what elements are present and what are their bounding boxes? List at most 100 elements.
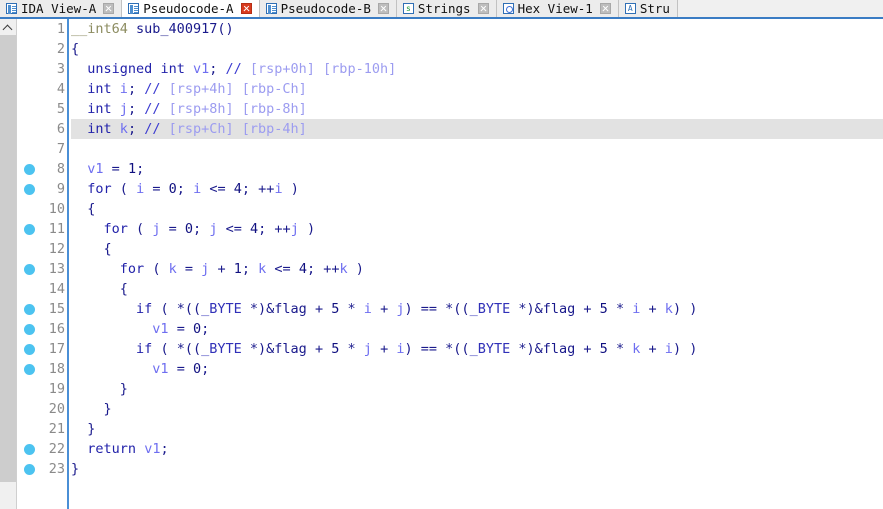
code-line[interactable]: { [71, 279, 883, 299]
variable-token: j [201, 261, 210, 277]
tab-structures[interactable]: A Stru [618, 0, 678, 17]
punctuation-token: ( [136, 221, 145, 237]
code-line[interactable]: return v1; [71, 439, 883, 459]
punctuation-token: == [420, 341, 438, 357]
tab-label: IDA View-A [21, 1, 97, 16]
code-line[interactable]: for ( i = 0; i <= 4; ++i ) [71, 179, 883, 199]
punctuation-token: ; [127, 101, 137, 117]
breakpoint-gutter[interactable] [17, 19, 43, 509]
line-number: 21 [48, 421, 65, 437]
punctuation-token: ) [306, 221, 316, 237]
code-line[interactable]: v1 = 0; [71, 319, 883, 339]
breakpoint-dot[interactable] [24, 184, 35, 195]
punctuation-token: + [648, 341, 657, 357]
punctuation-token: ; [127, 81, 137, 97]
code-line[interactable]: } [71, 459, 883, 479]
line-number: 10 [48, 201, 65, 217]
punctuation-token: ( [160, 341, 169, 357]
code-line[interactable]: } [71, 399, 883, 419]
breakpoint-dot[interactable] [24, 324, 35, 335]
code-line[interactable]: } [71, 419, 883, 439]
keyword-token: int [87, 81, 112, 97]
code-line[interactable]: for ( k = j + 1; k <= 4; ++k ) [71, 259, 883, 279]
keyword-token: unsigned [87, 61, 153, 77]
line-number: 15 [48, 301, 65, 317]
hex-view-icon [502, 3, 514, 14]
code-line[interactable]: for ( j = 0; j <= 4; ++j ) [71, 219, 883, 239]
punctuation-token: * [347, 341, 356, 357]
punctuation-token: () [217, 21, 234, 37]
punctuation-token: + [314, 301, 324, 317]
code-line[interactable]: } [71, 379, 883, 399]
variable-token: v1 [87, 161, 104, 177]
keyword-token: int [160, 61, 185, 77]
code-line[interactable]: unsigned int v1; // [rsp+0h] [rbp-10h] [71, 59, 883, 79]
breakpoint-dot[interactable] [24, 344, 35, 355]
tab-close-icon[interactable] [103, 3, 115, 14]
type-token: _BYTE [201, 341, 242, 357]
breakpoint-dot[interactable] [24, 224, 35, 235]
tab-ida-view-a[interactable]: IDA View-A [0, 0, 123, 17]
breakpoint-dot[interactable] [24, 164, 35, 175]
punctuation-token: ( [160, 301, 169, 317]
tab-label: Pseudocode-A [143, 1, 234, 16]
code-line[interactable] [71, 139, 883, 159]
punctuation-token: ; [193, 221, 202, 237]
keyword-token: for [87, 181, 112, 197]
breakpoint-dot[interactable] [24, 264, 35, 275]
code-line[interactable]: __int64 sub_400917() [71, 19, 883, 39]
breakpoint-dot[interactable] [24, 464, 35, 475]
tab-label: Stru [639, 1, 670, 16]
tab-close-icon[interactable] [599, 3, 611, 14]
code-line[interactable]: { [71, 39, 883, 59]
tab-strings[interactable]: s Strings [396, 0, 497, 17]
punctuation-token: { [119, 281, 128, 297]
tab-close-icon[interactable] [377, 3, 389, 14]
punctuation-token: ) [689, 301, 698, 317]
keyword-token: for [119, 261, 145, 277]
code-line[interactable]: int i; // [rsp+4h] [rbp-Ch] [71, 79, 883, 99]
line-number: 1 [56, 21, 65, 37]
code-line[interactable]: { [71, 199, 883, 219]
line-number: 8 [56, 161, 65, 177]
punctuation-token: ; [241, 261, 250, 277]
line-number: 4 [56, 81, 65, 97]
code-area[interactable]: __int64 sub_400917(){ unsigned int v1; /… [69, 19, 883, 509]
variable-token: v1 [152, 361, 169, 377]
breakpoint-dot[interactable] [24, 364, 35, 375]
scroll-up-arrow-icon[interactable] [0, 19, 16, 35]
punctuation-token: = [168, 221, 177, 237]
punctuation-token: *)& [249, 341, 275, 357]
breakpoint-dot[interactable] [24, 304, 35, 315]
comment-text: [rsp+4h] [rbp-Ch] [168, 81, 307, 97]
punctuation-token: * [347, 301, 356, 317]
tab-pseudocode-a[interactable]: Pseudocode-A [122, 0, 260, 17]
code-line[interactable]: v1 = 0; [71, 359, 883, 379]
code-line[interactable]: if ( *((_BYTE *)&flag + 5 * j + i) == *(… [71, 339, 883, 359]
punctuation-token: * [615, 341, 625, 357]
punctuation-token: = [176, 361, 185, 377]
tab-hex-view-1[interactable]: Hex View-1 [496, 0, 619, 17]
vertical-scrollbar[interactable] [0, 19, 17, 509]
tab-close-icon[interactable] [240, 3, 252, 14]
code-line[interactable]: int k; // [rsp+Ch] [rbp-4h] [71, 119, 883, 139]
variable-token: j [363, 341, 372, 357]
number-token: 1 [233, 261, 242, 277]
number-token: 4 [250, 221, 259, 237]
code-line[interactable]: v1 = 1; [71, 159, 883, 179]
line-number: 22 [48, 441, 65, 457]
document-icon [6, 3, 17, 14]
breakpoint-dot[interactable] [24, 444, 35, 455]
code-line[interactable]: if ( *((_BYTE *)&flag + 5 * i + j) == *(… [71, 299, 883, 319]
global-token: flag [274, 301, 307, 317]
line-number: 19 [48, 381, 65, 397]
number-token: 4 [233, 181, 242, 197]
tab-pseudocode-b[interactable]: Pseudocode-B [259, 0, 397, 17]
vertical-scroll-thumb[interactable] [0, 35, 16, 482]
comment-text: [rsp+Ch] [rbp-4h] [168, 121, 307, 137]
number-token: 0 [192, 321, 202, 337]
code-line[interactable]: int j; // [rsp+8h] [rbp-8h] [71, 99, 883, 119]
code-line[interactable]: { [71, 239, 883, 259]
tab-close-icon[interactable] [477, 3, 489, 14]
number-token: 0 [168, 181, 177, 197]
